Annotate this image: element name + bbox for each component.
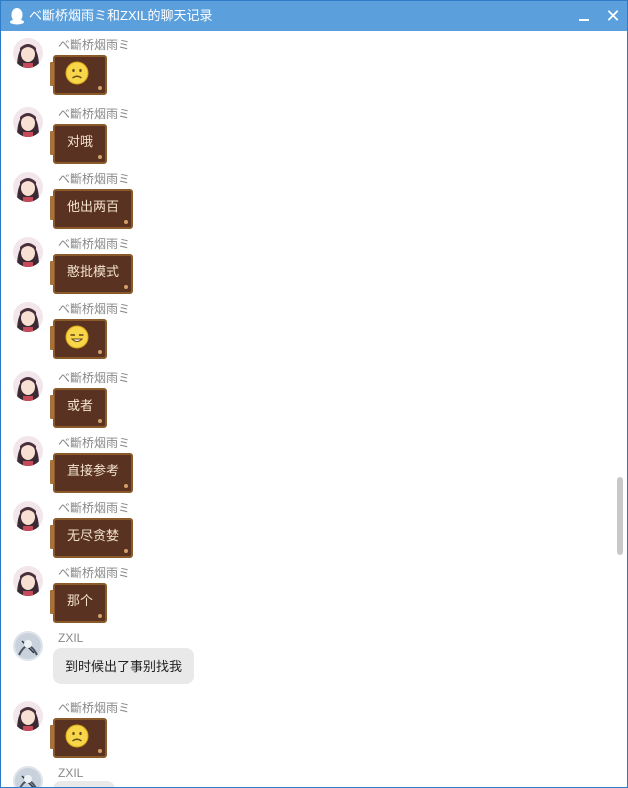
message-item: ベ斷桥烟雨ミ 他出两百 [1,167,601,229]
avatar[interactable] [13,172,43,202]
message-bubble[interactable] [50,319,107,359]
minimize-button[interactable] [574,6,594,26]
message-text: 无尽贪婪 [67,528,120,543]
sender-name: ベ斷桥烟雨ミ [58,501,131,515]
sender-name: ベ斷桥烟雨ミ [58,107,131,121]
avatar[interactable] [13,237,43,267]
message-item: ZXIL [1,761,601,787]
message-text: 对哦 [67,134,94,149]
message-bubble[interactable]: 直接参考 [49,453,134,493]
sender-name: ZXIL [58,766,84,780]
scrollbar-thumb[interactable] [617,477,623,555]
message-text: 那个 [67,593,94,608]
message-bubble[interactable]: 对哦 [49,124,108,164]
message-item: ベ斷桥烟雨ミ 对哦 [1,102,601,164]
sender-name: ベ斷桥烟雨ミ [58,38,131,52]
sender-name: ベ斷桥烟雨ミ [58,436,131,450]
message-item: ベ斷桥烟雨ミ 憨批模式 [1,232,601,294]
close-button[interactable]: ✕ [603,6,623,26]
message-list[interactable]: ベ斷桥烟雨ミ ベ斷桥烟雨ミ 对哦 ベ斷桥烟雨ミ 他出两百 ベ斷桥烟雨ミ 憨批模式… [1,31,611,787]
message-bubble[interactable]: 到时候出了事别找我 [53,648,195,684]
message-bubble[interactable]: 无尽贪婪 [49,518,134,558]
squint-laugh-icon [65,325,89,349]
message-item: ベ斷桥烟雨ミ [1,297,601,359]
message-item: ベ斷桥烟雨ミ 或者 [1,366,601,428]
message-item: ベ斷桥烟雨ミ 无尽贪婪 [1,496,601,558]
avatar[interactable] [13,566,43,596]
qq-penguin-icon [10,8,24,25]
avatar[interactable] [13,38,43,68]
sad-face-icon [65,61,89,85]
scrollbar-track[interactable] [612,31,627,787]
message-text: 或者 [67,398,94,413]
message-item: ベ斷桥烟雨ミ [1,696,601,758]
message-bubble[interactable]: 或者 [49,388,108,428]
message-item: ベ斷桥烟雨ミ [1,33,601,95]
minimize-icon [579,19,589,21]
message-item: ベ斷桥烟雨ミ 那个 [1,561,601,623]
message-bubble[interactable]: 憨批模式 [49,254,134,294]
message-bubble[interactable] [53,781,115,787]
sender-name: ベ斷桥烟雨ミ [58,172,131,186]
message-bubble[interactable] [50,55,107,95]
window-title: ベ斷桥烟雨ミ和ZXIL的聊天记录 [29,8,213,23]
avatar[interactable] [13,766,43,787]
sender-name: ベ斷桥烟雨ミ [58,302,131,316]
message-text: 憨批模式 [67,264,120,279]
sender-name: ベ斷桥烟雨ミ [58,566,131,580]
sender-name: ベ斷桥烟雨ミ [58,371,131,385]
sender-name: ベ斷桥烟雨ミ [58,701,131,715]
avatar[interactable] [13,302,43,332]
avatar[interactable] [13,631,43,661]
message-item: ベ斷桥烟雨ミ 直接参考 [1,431,601,493]
sad-face-icon [65,724,89,748]
close-icon: ✕ [605,6,621,26]
message-bubble[interactable] [50,718,107,758]
message-text: 他出两百 [67,199,120,214]
avatar[interactable] [13,701,43,731]
sender-name: ベ斷桥烟雨ミ [58,237,131,251]
message-bubble[interactable]: 他出两百 [49,189,134,229]
sender-name: ZXIL [58,631,84,645]
avatar[interactable] [13,436,43,466]
message-bubble[interactable]: 那个 [49,583,108,623]
avatar[interactable] [13,371,43,401]
avatar[interactable] [13,501,43,531]
message-item: ZXIL 到时候出了事别找我 [1,626,601,686]
chat-history-window: ベ斷桥烟雨ミ和ZXIL的聊天记录 ✕ ベ斷桥烟雨ミ ベ斷桥烟雨ミ 对哦 ベ斷桥烟… [0,0,628,788]
message-text: 到时候出了事别找我 [65,659,183,674]
title-bar[interactable]: ベ斷桥烟雨ミ和ZXIL的聊天记录 ✕ [1,1,627,31]
avatar[interactable] [13,107,43,137]
message-text: 直接参考 [67,463,120,478]
